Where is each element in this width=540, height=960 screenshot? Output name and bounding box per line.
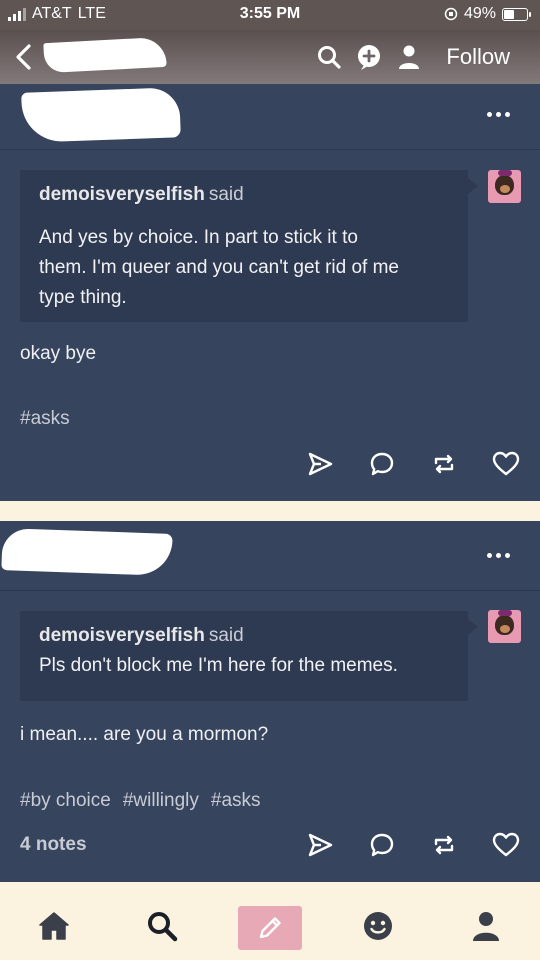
asker-avatar[interactable] xyxy=(488,610,521,643)
ask-quote: demoisveryselfish said And yes by choice.… xyxy=(20,170,478,322)
status-bar: AT&T LTE 3:55 PM 49% xyxy=(0,0,540,30)
quote-username[interactable]: demoisveryselfish xyxy=(39,625,205,646)
quote-said-label: said xyxy=(208,184,244,205)
redacted-blog-name xyxy=(1,528,173,576)
add-circle-icon[interactable] xyxy=(352,40,386,74)
blog-header: Follow xyxy=(0,30,540,84)
account-person-icon[interactable] xyxy=(464,904,508,948)
like-heart-icon[interactable] xyxy=(490,829,522,861)
compose-pencil-icon[interactable] xyxy=(238,906,302,950)
like-heart-icon[interactable] xyxy=(490,448,522,480)
more-options-icon[interactable] xyxy=(487,112,510,117)
orientation-lock-icon xyxy=(444,7,458,21)
person-icon[interactable] xyxy=(392,40,426,74)
post-card: demoisveryselfish said And yes by choice.… xyxy=(0,84,540,501)
share-icon[interactable] xyxy=(304,829,336,861)
post-tag[interactable]: #asks xyxy=(20,408,70,430)
post-card: demoisveryselfish said Pls don't block me… xyxy=(0,521,540,882)
reply-icon[interactable] xyxy=(366,829,398,861)
activity-smiley-icon[interactable] xyxy=(356,904,400,948)
post-reply-text: okay bye xyxy=(20,343,97,364)
redacted-blog-name xyxy=(43,36,167,74)
back-chevron-icon[interactable] xyxy=(10,42,40,72)
quote-line: type thing. xyxy=(39,287,127,308)
search-icon[interactable] xyxy=(140,904,184,948)
asker-avatar[interactable] xyxy=(488,170,521,203)
ask-quote: demoisveryselfish said Pls don't block me… xyxy=(20,611,478,701)
search-icon[interactable] xyxy=(312,40,346,74)
battery-percent: 49% xyxy=(463,5,496,22)
post-tag[interactable]: #asks xyxy=(211,790,261,812)
quote-username[interactable]: demoisveryselfish xyxy=(39,184,205,205)
notes-count[interactable]: 4 notes xyxy=(20,834,87,856)
post-header xyxy=(0,521,540,591)
redacted-blog-name xyxy=(21,87,181,143)
battery-icon xyxy=(502,7,531,21)
follow-button[interactable]: Follow xyxy=(432,44,540,70)
reblog-icon[interactable] xyxy=(428,448,460,480)
home-icon[interactable] xyxy=(32,904,76,948)
share-icon[interactable] xyxy=(304,448,336,480)
quote-said-label: said xyxy=(208,625,244,646)
bottom-tab-bar xyxy=(0,894,540,960)
post-reply-text: i mean.... are you a mormon? xyxy=(20,724,269,745)
reply-icon[interactable] xyxy=(366,448,398,480)
quote-line: them. I'm queer and you can't get rid of… xyxy=(39,257,399,278)
quote-line: Pls don't block me I'm here for the meme… xyxy=(39,655,398,676)
post-tag[interactable]: #willingly xyxy=(123,790,199,812)
post-header xyxy=(0,84,540,150)
quote-line: And yes by choice. In part to stick it t… xyxy=(39,227,358,248)
reblog-icon[interactable] xyxy=(428,829,460,861)
more-options-icon[interactable] xyxy=(487,553,510,558)
quote-text: And yes by choice. In part to stick it t… xyxy=(39,223,446,313)
post-tag[interactable]: #by choice xyxy=(20,790,111,812)
quote-text: Pls don't block me I'm here for the meme… xyxy=(39,651,446,681)
